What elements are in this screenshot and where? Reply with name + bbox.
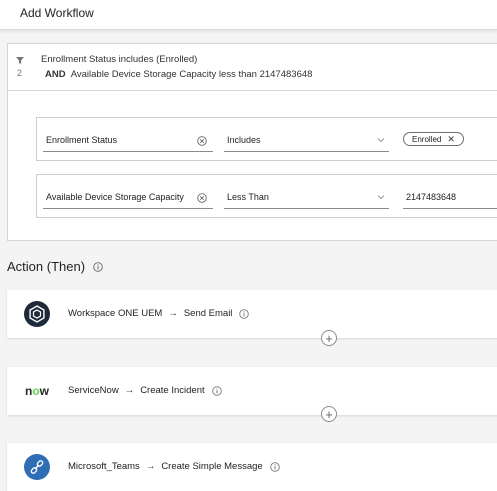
add-action-button[interactable]: + xyxy=(321,406,337,422)
and-keyword: AND xyxy=(45,69,66,80)
arrow-icon: → xyxy=(168,308,178,319)
attribute-field[interactable]: Enrollment Status xyxy=(43,130,213,152)
connector-name: ServiceNow xyxy=(68,385,119,396)
arrow-icon: → xyxy=(145,461,156,472)
condition-row: Available Device Storage Capacity Less T… xyxy=(36,174,497,218)
operator-select[interactable]: Includes xyxy=(224,130,389,152)
filter-card: 2 Enrollment Status includes (Enrolled) … xyxy=(7,43,497,241)
info-icon[interactable] xyxy=(269,461,280,472)
operator-value: Less Than xyxy=(227,192,269,202)
action-card[interactable]: Microsoft_Teams → Create Simple Message xyxy=(7,443,497,491)
value-input[interactable]: 2147483648 xyxy=(403,187,497,209)
action-card[interactable]: Workspace ONE UEM → Send Email xyxy=(7,290,497,338)
action-description: ServiceNow → Create Incident xyxy=(68,385,222,396)
attribute-value: Enrollment Status xyxy=(46,135,118,145)
filter-summary-line1: Enrollment Status includes (Enrolled) xyxy=(41,54,198,65)
arrow-icon: → xyxy=(124,385,135,396)
filter-count: 2 xyxy=(17,68,23,78)
servicenow-icon: now xyxy=(25,384,50,398)
filter-summary[interactable]: 2 Enrollment Status includes (Enrolled) … xyxy=(8,44,497,91)
microsoft-teams-icon xyxy=(24,454,50,480)
connector-name: Workspace ONE UEM xyxy=(68,308,163,319)
chevron-down-icon xyxy=(377,138,385,143)
action-description: Workspace ONE UEM → Send Email xyxy=(68,308,250,319)
info-icon[interactable] xyxy=(93,261,103,272)
operator-select[interactable]: Less Than xyxy=(224,187,389,209)
add-action-button[interactable]: + xyxy=(321,330,337,346)
attribute-field[interactable]: Available Device Storage Capacity xyxy=(43,187,213,209)
action-section-title: Action (Then) xyxy=(7,259,103,274)
chip-label: Enrolled xyxy=(412,134,442,144)
filter-icon xyxy=(16,57,24,64)
action-name: Send Email xyxy=(183,308,233,319)
operator-value: Includes xyxy=(227,135,261,145)
action-description: Microsoft_Teams → Create Simple Message xyxy=(68,461,280,472)
connector-name: Microsoft_Teams xyxy=(68,461,140,472)
action-name: Create Incident xyxy=(140,385,205,396)
chip-close-icon[interactable]: ✕ xyxy=(447,134,455,145)
filter-summary-line2: AND Available Device Storage Capacity le… xyxy=(45,69,312,80)
chevron-down-icon xyxy=(377,195,385,200)
clear-icon[interactable] xyxy=(197,136,207,146)
workspace-one-icon xyxy=(24,301,50,327)
page-title: Add Workflow xyxy=(20,6,94,20)
action-card[interactable]: now ServiceNow → Create Incident xyxy=(7,367,497,415)
value-text: 2147483648 xyxy=(406,192,457,202)
clear-icon[interactable] xyxy=(197,193,207,203)
value-chip: Enrolled ✕ xyxy=(403,132,464,146)
action-name: Create Simple Message xyxy=(161,461,263,472)
value-field[interactable]: Enrolled ✕ xyxy=(403,130,497,152)
info-icon[interactable] xyxy=(239,308,250,319)
info-icon[interactable] xyxy=(211,385,222,396)
filter-summary-line2-text: Available Device Storage Capacity less t… xyxy=(70,69,313,80)
workflow-header: Add Workflow xyxy=(0,0,497,30)
attribute-value: Available Device Storage Capacity xyxy=(46,192,184,202)
condition-row: Enrollment Status Includes Enrolled ✕ xyxy=(36,117,497,161)
action-title-label: Action (Then) xyxy=(7,259,86,274)
svg-text:now: now xyxy=(25,384,50,398)
